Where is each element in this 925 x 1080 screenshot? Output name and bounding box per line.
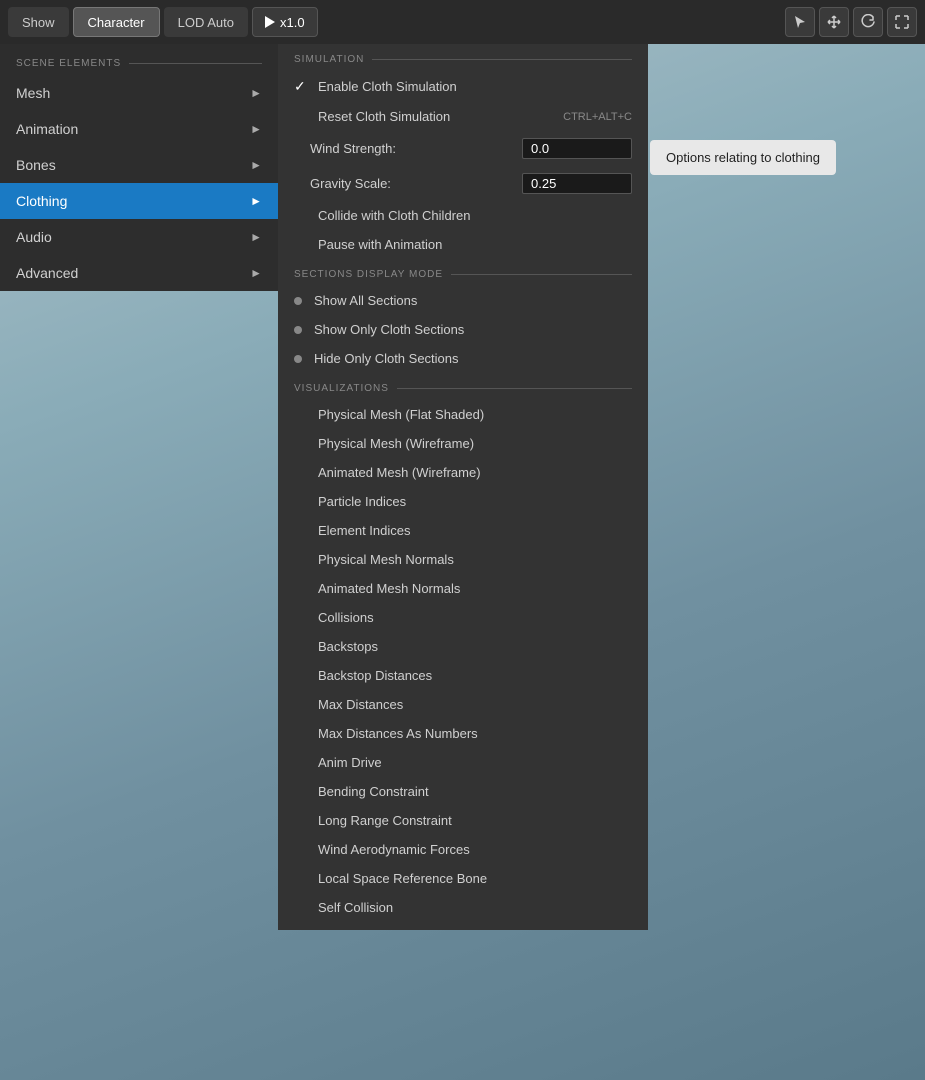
sidebar-item-advanced[interactable]: Advanced ►	[0, 255, 278, 291]
visualizations-list: Physical Mesh (Flat Shaded)Physical Mesh…	[278, 400, 648, 922]
pause-with-animation-label: Pause with Animation	[318, 237, 442, 252]
viz-item[interactable]: Anim Drive	[278, 748, 648, 777]
gravity-scale-input[interactable]	[522, 173, 632, 194]
tooltip-text: Options relating to clothing	[666, 150, 820, 165]
chevron-right-icon: ►	[250, 86, 262, 100]
sidebar-item-mesh[interactable]: Mesh ►	[0, 75, 278, 111]
gravity-scale-label: Gravity Scale:	[310, 176, 522, 191]
sidebar-item-animation[interactable]: Animation ►	[0, 111, 278, 147]
wind-strength-row: Wind Strength:	[278, 131, 648, 166]
pause-with-animation-item[interactable]: Pause with Animation	[278, 230, 648, 259]
sidebar-item-advanced-label: Advanced	[16, 265, 78, 281]
viz-item[interactable]: Bending Constraint	[278, 777, 648, 806]
chevron-right-icon: ►	[250, 194, 262, 208]
reset-cloth-simulation-label: Reset Cloth Simulation	[318, 109, 555, 124]
chevron-right-icon: ►	[250, 158, 262, 172]
reset-cloth-simulation-item[interactable]: Reset Cloth Simulation CTRL+ALT+C	[278, 102, 648, 131]
viz-item[interactable]: Backstop Distances	[278, 661, 648, 690]
hide-only-cloth-sections-label: Hide Only Cloth Sections	[314, 351, 459, 366]
lod-auto-button[interactable]: LOD Auto	[164, 7, 248, 37]
wind-strength-input[interactable]	[522, 138, 632, 159]
collide-cloth-children-label: Collide with Cloth Children	[318, 208, 470, 223]
viz-item[interactable]: Physical Mesh Normals	[278, 545, 648, 574]
viz-item[interactable]: Animated Mesh (Wireframe)	[278, 458, 648, 487]
sidebar: SCENE ELEMENTS Mesh ► Animation ► Bones …	[0, 44, 278, 291]
play-icon	[265, 16, 275, 28]
show-only-cloth-sections-label: Show Only Cloth Sections	[314, 322, 464, 337]
gravity-scale-row: Gravity Scale:	[278, 166, 648, 201]
show-only-cloth-sections-item[interactable]: Show Only Cloth Sections	[278, 315, 648, 344]
show-all-sections-item[interactable]: Show All Sections	[278, 286, 648, 315]
toolbar: Show Character LOD Auto x1.0	[0, 0, 925, 44]
move-tool-button[interactable]	[819, 7, 849, 37]
show-button[interactable]: Show	[8, 7, 69, 37]
tooltip: Options relating to clothing	[650, 140, 836, 175]
chevron-right-icon: ►	[250, 266, 262, 280]
viz-item[interactable]: Physical Mesh (Flat Shaded)	[278, 400, 648, 429]
scene-elements-label: SCENE ELEMENTS	[0, 52, 278, 75]
sidebar-item-bones-label: Bones	[16, 157, 56, 173]
wind-strength-label: Wind Strength:	[310, 141, 522, 156]
reset-shortcut: CTRL+ALT+C	[563, 111, 632, 123]
radio-dot-icon	[294, 355, 302, 363]
refresh-button[interactable]	[853, 7, 883, 37]
simulation-section-header: SIMULATION	[278, 44, 648, 71]
play-speed-label: x1.0	[280, 15, 305, 30]
enable-cloth-simulation-label: Enable Cloth Simulation	[318, 79, 457, 94]
viz-item[interactable]: Local Space Reference Bone	[278, 864, 648, 893]
viz-item[interactable]: Wind Aerodynamic Forces	[278, 835, 648, 864]
sidebar-item-clothing-label: Clothing	[16, 193, 67, 209]
viz-item[interactable]: Particle Indices	[278, 487, 648, 516]
sidebar-item-mesh-label: Mesh	[16, 85, 50, 101]
collide-cloth-children-item[interactable]: Collide with Cloth Children	[278, 201, 648, 230]
sidebar-item-bones[interactable]: Bones ►	[0, 147, 278, 183]
visualizations-section-header: VISUALIZATIONS	[278, 373, 648, 400]
viz-item[interactable]: Collisions	[278, 603, 648, 632]
radio-dot-icon	[294, 326, 302, 334]
sidebar-item-audio-label: Audio	[16, 229, 52, 245]
expand-button[interactable]	[887, 7, 917, 37]
sections-display-mode-header: SECTIONS DISPLAY MODE	[278, 259, 648, 286]
sidebar-item-animation-label: Animation	[16, 121, 78, 137]
viz-item[interactable]: Backstops	[278, 632, 648, 661]
viz-item[interactable]: Long Range Constraint	[278, 806, 648, 835]
viz-item[interactable]: Self Collision	[278, 893, 648, 922]
show-all-sections-label: Show All Sections	[314, 293, 417, 308]
play-button[interactable]: x1.0	[252, 7, 318, 37]
hide-only-cloth-sections-item[interactable]: Hide Only Cloth Sections	[278, 344, 648, 373]
cursor-tool-button[interactable]	[785, 7, 815, 37]
clothing-dropdown-panel: SIMULATION ✓ Enable Cloth Simulation Res…	[278, 44, 648, 930]
checkmark-icon: ✓	[294, 78, 310, 95]
viz-item[interactable]: Physical Mesh (Wireframe)	[278, 429, 648, 458]
character-button[interactable]: Character	[73, 7, 160, 37]
sidebar-item-audio[interactable]: Audio ►	[0, 219, 278, 255]
viz-item[interactable]: Max Distances As Numbers	[278, 719, 648, 748]
radio-dot-icon	[294, 297, 302, 305]
viz-item[interactable]: Max Distances	[278, 690, 648, 719]
chevron-right-icon: ►	[250, 122, 262, 136]
chevron-right-icon: ►	[250, 230, 262, 244]
viz-item[interactable]: Animated Mesh Normals	[278, 574, 648, 603]
enable-cloth-simulation-item[interactable]: ✓ Enable Cloth Simulation	[278, 71, 648, 102]
sidebar-item-clothing[interactable]: Clothing ►	[0, 183, 278, 219]
viz-item[interactable]: Element Indices	[278, 516, 648, 545]
